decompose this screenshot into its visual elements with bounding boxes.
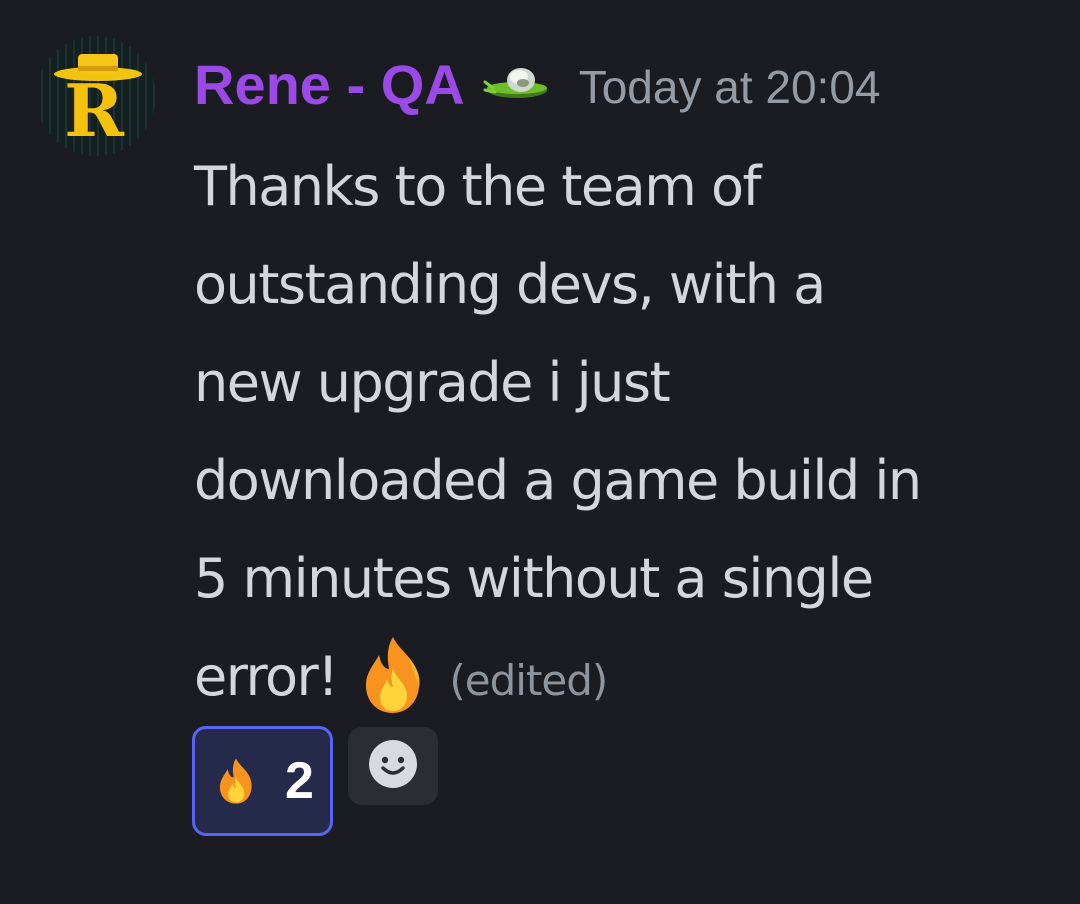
message-line: 5 minutes without a single bbox=[194, 547, 874, 610]
edited-label: (edited) bbox=[449, 656, 608, 705]
message-line: outstanding devs, with a bbox=[194, 253, 826, 316]
message-last-line: error! (edited) bbox=[194, 628, 1054, 726]
ufo-badge-icon[interactable] bbox=[483, 64, 549, 104]
avatar-r-hat-icon: R bbox=[36, 36, 156, 156]
add-reaction-button[interactable] bbox=[348, 727, 438, 805]
message-header: Rene - QA Today at 20:04 bbox=[194, 48, 881, 120]
message-content: Thanks to the team of outstanding devs, … bbox=[194, 138, 1054, 726]
reaction-fire[interactable]: 2 bbox=[192, 726, 333, 836]
message-line: error! bbox=[194, 645, 339, 708]
fire-emoji-icon bbox=[211, 756, 261, 806]
message-line: downloaded a game build in bbox=[194, 449, 922, 512]
user-avatar[interactable]: R bbox=[36, 36, 156, 156]
reaction-count: 2 bbox=[285, 752, 314, 810]
message-timestamp: Today at 20:04 bbox=[578, 61, 881, 113]
add-reaction-smiley-icon bbox=[367, 738, 419, 794]
svg-text:R: R bbox=[64, 68, 125, 153]
username[interactable]: Rene - QA bbox=[194, 52, 465, 117]
message-line: new upgrade i just bbox=[194, 351, 671, 414]
chat-message: R Rene - QA Today at 20:04 Thanks to the… bbox=[0, 0, 1080, 904]
fire-emoji-icon bbox=[351, 633, 435, 717]
message-line: Thanks to the team of bbox=[194, 155, 762, 218]
